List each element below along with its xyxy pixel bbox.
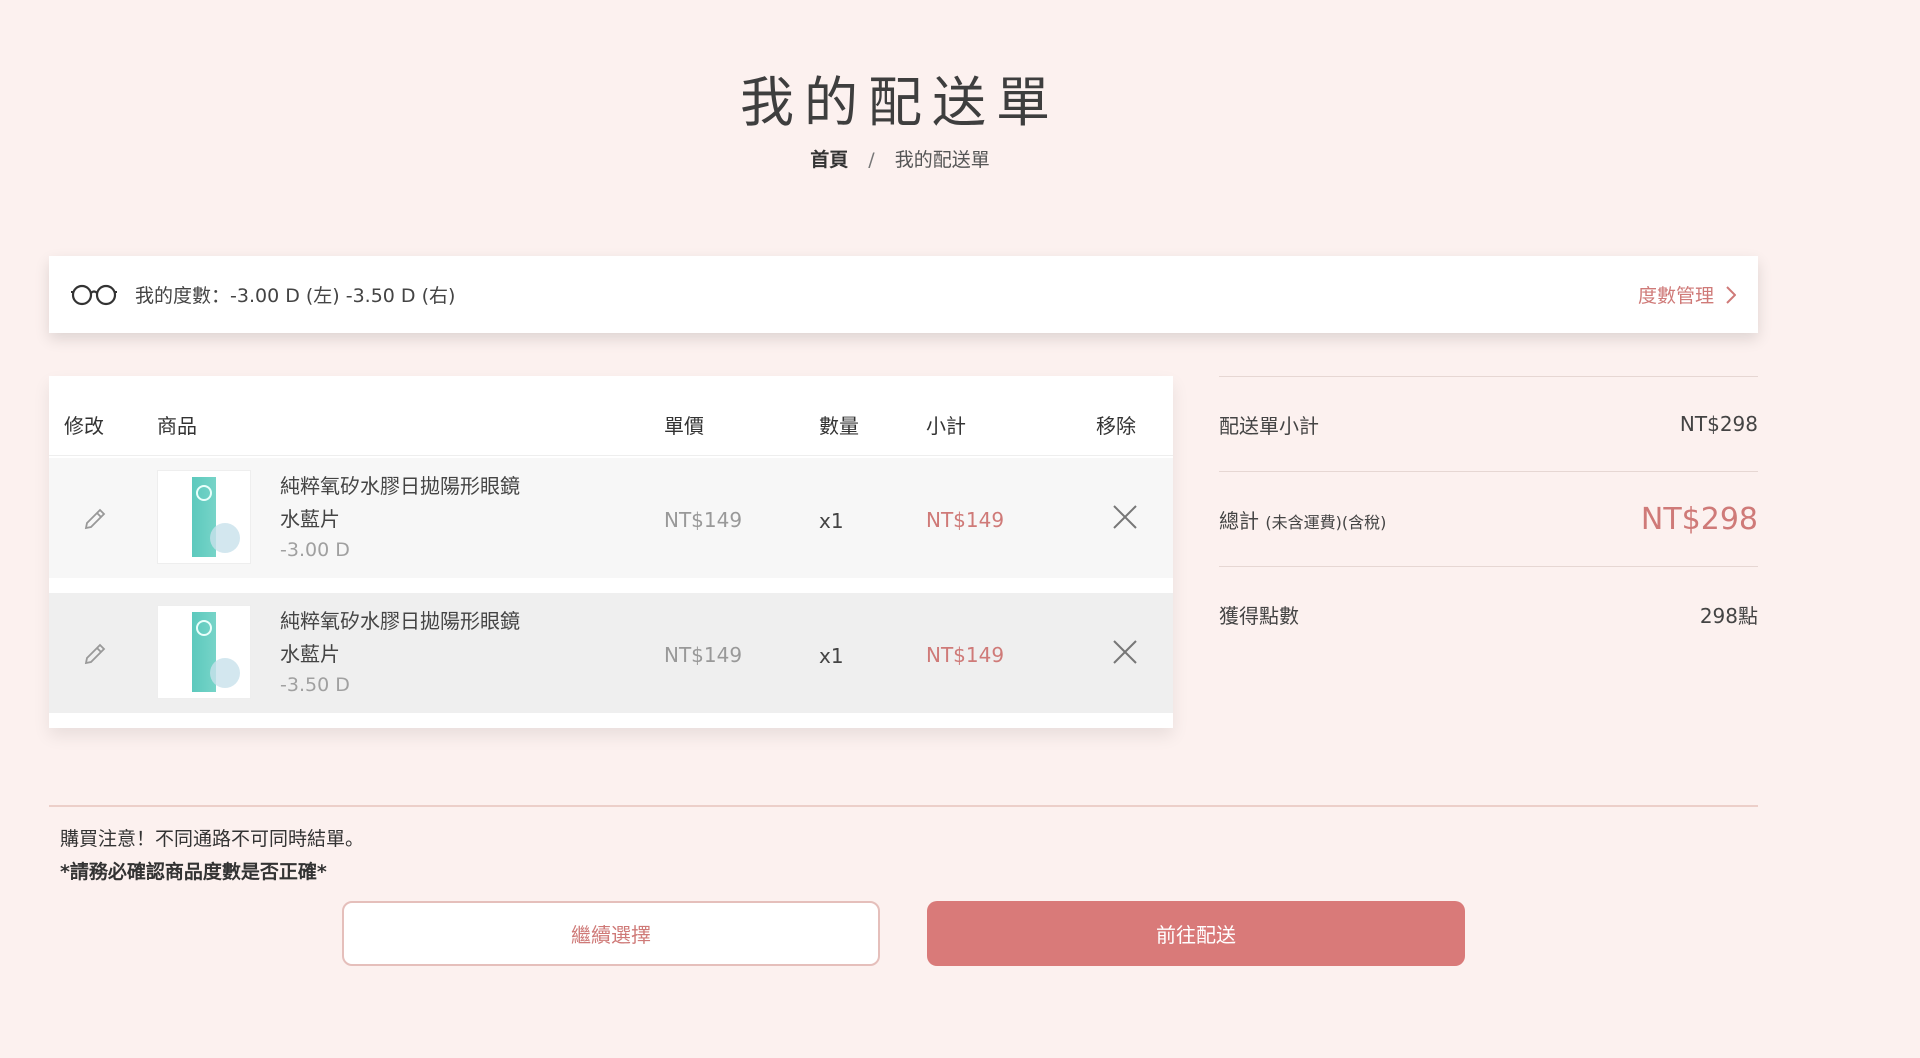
product-image[interactable] xyxy=(157,470,251,564)
quantity: x1 xyxy=(819,509,844,533)
glasses-icon xyxy=(71,284,117,305)
breadcrumb: 首頁 / 我的配送單 xyxy=(0,145,1800,172)
column-header-edit: 修改 xyxy=(64,414,104,438)
summary-total-value: NT$298 xyxy=(1640,501,1758,537)
product-variant: 水藍片 xyxy=(280,507,340,531)
chevron-right-icon xyxy=(1726,285,1736,304)
close-icon[interactable] xyxy=(1112,639,1138,665)
prescription-bar: 我的度數：-3.00 D (左) -3.50 D (右) 度數管理 xyxy=(49,256,1758,333)
breadcrumb-current: 我的配送單 xyxy=(894,149,990,171)
table-row: 純粹氧矽水膠日拋陽形眼鏡 水藍片 -3.00 D NT$149 x1 NT$14… xyxy=(49,458,1173,578)
order-summary: 配送單小計 NT$298 總計 (未含運費)(含稅) NT$298 獲得點數 2… xyxy=(1219,376,1758,661)
unit-price: NT$149 xyxy=(664,643,743,667)
summary-total-label: 總計 xyxy=(1219,508,1259,533)
checkout-button[interactable]: 前往配送 xyxy=(927,901,1465,966)
product-power: -3.00 D xyxy=(280,539,350,561)
unit-price: NT$149 xyxy=(664,508,743,532)
breadcrumb-separator: / xyxy=(868,149,875,171)
column-header-unit-price: 單價 xyxy=(664,414,704,438)
table-row: 純粹氧矽水膠日拋陽形眼鏡 水藍片 -3.50 D NT$149 x1 NT$14… xyxy=(49,593,1173,713)
product-info: 純粹氧矽水膠日拋陽形眼鏡 水藍片 -3.50 D xyxy=(280,605,520,699)
purchase-note-line: 購買注意！不同通路不可同時結單。 xyxy=(60,828,365,850)
cart-table: 修改 商品 單價 數量 小計 移除 純粹氧矽水膠日拋陽形眼鏡 水藍片 -3.00… xyxy=(49,376,1173,728)
column-header-remove: 移除 xyxy=(1096,414,1136,438)
product-variant: 水藍片 xyxy=(280,642,340,666)
summary-points-row: 獲得點數 298點 xyxy=(1219,566,1758,661)
summary-total-note: (未含運費)(含稅) xyxy=(1265,512,1387,532)
close-icon[interactable] xyxy=(1112,504,1138,530)
product-name[interactable]: 純粹氧矽水膠日拋陽形眼鏡 xyxy=(280,605,520,638)
pencil-icon[interactable] xyxy=(81,503,109,531)
subtotal: NT$149 xyxy=(926,508,1005,532)
subtotal: NT$149 xyxy=(926,643,1005,667)
page-title: 我的配送單 xyxy=(740,71,1060,134)
prescription-manage-label: 度數管理 xyxy=(1637,285,1714,307)
summary-points-value: 298點 xyxy=(1699,603,1758,628)
pencil-icon[interactable] xyxy=(81,638,109,666)
column-header-product: 商品 xyxy=(157,414,197,438)
prescription-manage-link[interactable]: 度數管理 xyxy=(1638,281,1736,308)
summary-points-label: 獲得點數 xyxy=(1219,603,1299,628)
product-power: -3.50 D xyxy=(280,674,350,696)
divider xyxy=(49,805,1758,807)
summary-subtotal-row: 配送單小計 NT$298 xyxy=(1219,376,1758,471)
continue-shopping-button[interactable]: 繼續選擇 xyxy=(342,901,880,966)
page: 我的配送單 首頁 / 我的配送單 我的度數：-3.00 D (左) -3.50 … xyxy=(0,0,1920,1058)
summary-total-row: 總計 (未含運費)(含稅) NT$298 xyxy=(1219,471,1758,566)
cart-table-header: 修改 商品 單價 數量 小計 移除 xyxy=(49,376,1173,456)
summary-subtotal-value: NT$298 xyxy=(1679,412,1758,436)
purchase-note-warning: *請務必確認商品度數是否正確* xyxy=(60,861,327,883)
breadcrumb-home-link[interactable]: 首頁 xyxy=(810,149,848,171)
quantity: x1 xyxy=(819,644,844,668)
product-name[interactable]: 純粹氧矽水膠日拋陽形眼鏡 xyxy=(280,470,520,503)
summary-subtotal-label: 配送單小計 xyxy=(1219,413,1319,438)
prescription-text: 我的度數：-3.00 D (左) -3.50 D (右) xyxy=(135,285,456,307)
product-info: 純粹氧矽水膠日拋陽形眼鏡 水藍片 -3.00 D xyxy=(280,470,520,564)
purchase-notes: 購買注意！不同通路不可同時結單。 *請務必確認商品度數是否正確* xyxy=(60,823,364,889)
column-header-subtotal: 小計 xyxy=(926,414,966,438)
product-image[interactable] xyxy=(157,605,251,699)
column-header-quantity: 數量 xyxy=(819,414,859,438)
